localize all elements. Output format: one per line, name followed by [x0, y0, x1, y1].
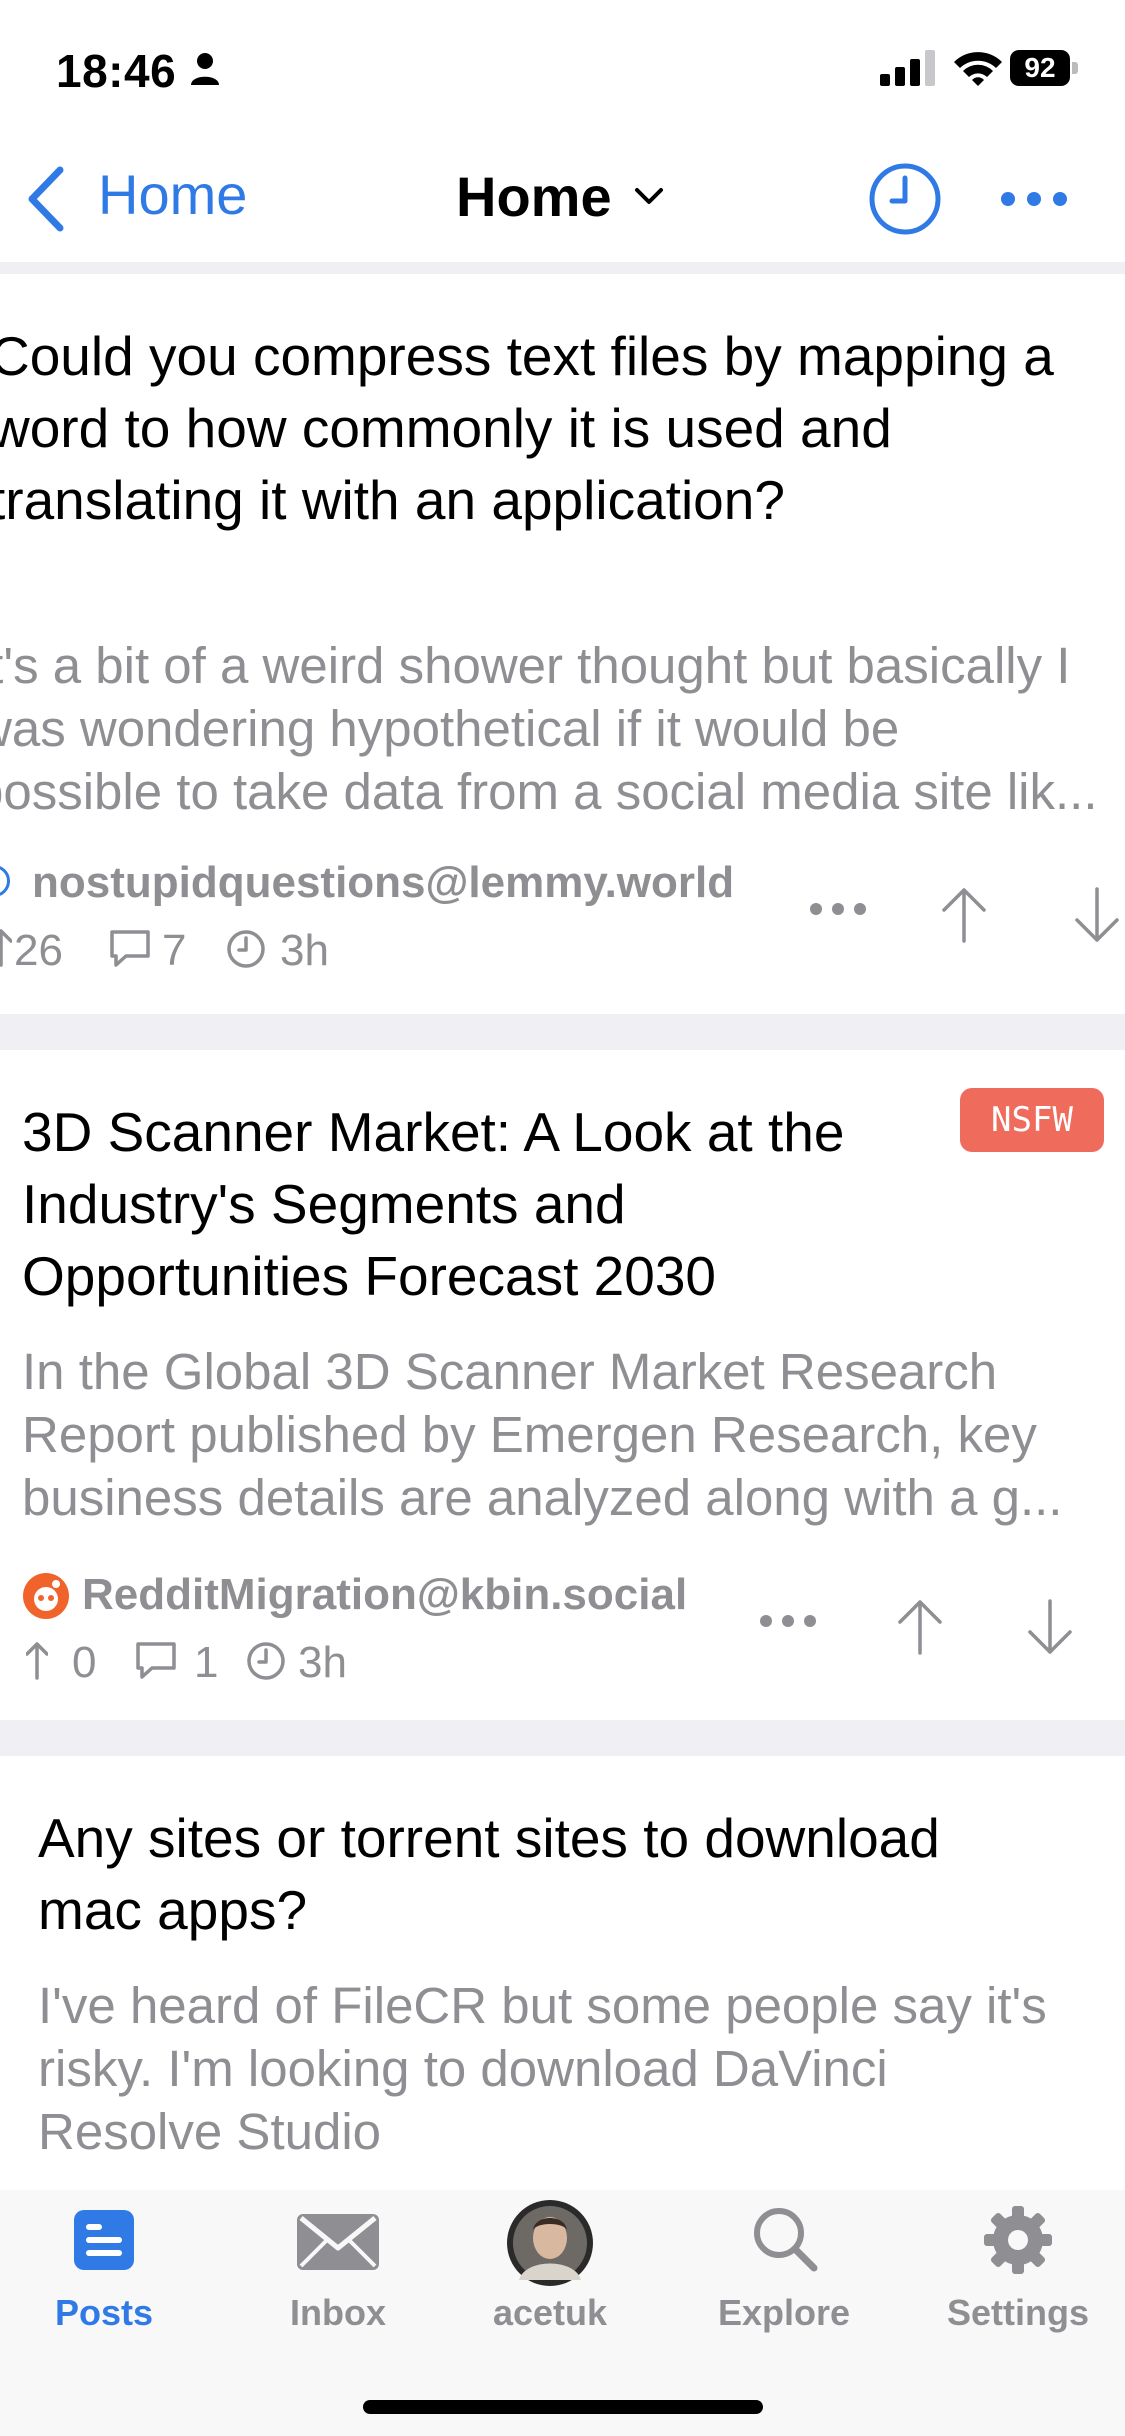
tab-label: Posts	[54, 2292, 154, 2333]
clock-icon	[227, 930, 265, 968]
post-body: possible to take data from a social medi…	[0, 763, 1098, 820]
home-indicator	[363, 2400, 763, 2414]
envelope-icon	[297, 2214, 379, 2270]
tab-explore[interactable]: Explore	[684, 2190, 884, 2360]
upvote-count-icon	[26, 1642, 48, 1680]
tab-settings[interactable]: Settings	[918, 2190, 1118, 2360]
magnifier-icon	[754, 2208, 818, 2272]
upvote-button-icon[interactable]	[896, 1598, 944, 1656]
post-body: Report published by Emergen Research, ke…	[22, 1406, 1037, 1463]
clock-icon	[247, 1642, 285, 1680]
upvote-button-icon[interactable]	[940, 886, 988, 944]
feed-selector[interactable]: Home	[456, 164, 612, 229]
status-bar: 18:46 92	[0, 0, 1125, 140]
tab-profile[interactable]: acetuk	[450, 2190, 650, 2360]
post-body: In the Global 3D Scanner Market Research	[22, 1343, 998, 1400]
comment-icon	[136, 1642, 176, 1679]
community-icon	[23, 1573, 69, 1619]
score-count: 26	[14, 926, 63, 975]
battery-icon: 92	[1010, 50, 1080, 88]
tab-label: acetuk	[492, 2292, 608, 2333]
gear-icon	[984, 2206, 1052, 2274]
back-chevron-icon[interactable]	[24, 166, 68, 232]
post-body: Resolve Studio	[38, 2103, 382, 2160]
post-more-icon[interactable]	[808, 901, 868, 917]
battery-level: 92	[1010, 50, 1070, 86]
post-body: was wondering hypothetical if it would b…	[0, 700, 900, 757]
post-body: risky. I'm looking to download DaVinci	[38, 2040, 888, 2097]
comment-count: 1	[194, 1638, 219, 1687]
clock-icon[interactable]	[868, 162, 942, 236]
tab-posts[interactable]: Posts	[4, 2190, 204, 2360]
post-title: Could you compress text files by mapping…	[0, 325, 1054, 387]
score-count: 0	[72, 1638, 97, 1687]
post-title: mac apps?	[38, 1879, 308, 1941]
post-card[interactable]: Any sites or torrent sites to download m…	[0, 1756, 1125, 2190]
post-age: 3h	[280, 926, 329, 975]
post-more-icon[interactable]	[758, 1613, 818, 1629]
post-card[interactable]: 3D Scanner Market: A Look at the Industr…	[0, 1050, 1125, 1720]
comment-count: 7	[162, 926, 187, 975]
tab-inbox[interactable]: Inbox	[238, 2190, 438, 2360]
comment-icon	[110, 930, 150, 967]
community-link[interactable]: RedditMigration@kbin.social	[82, 1570, 687, 1620]
downvote-button-icon[interactable]	[1073, 886, 1121, 944]
post-title: Industry's Segments and	[22, 1173, 626, 1235]
status-time: 18:46	[56, 45, 177, 97]
chevron-down-icon[interactable]	[634, 186, 664, 206]
nsfw-badge: NSFW	[960, 1088, 1104, 1152]
post-title: Opportunities Forecast 2030	[22, 1245, 716, 1307]
more-options-icon[interactable]	[998, 184, 1070, 214]
wifi-icon	[954, 52, 1002, 86]
upvote-count-icon	[0, 929, 12, 967]
post-title: Any sites or torrent sites to download	[38, 1807, 940, 1869]
tab-label: Explore	[717, 2292, 851, 2333]
post-age: 3h	[298, 1638, 347, 1687]
post-body: I've heard of FileCR but some people say…	[38, 1977, 1047, 2034]
post-title: word to how commonly it is used and	[0, 397, 892, 459]
avatar	[507, 2200, 593, 2286]
cellular-signal-icon	[880, 50, 935, 86]
post-title: translating it with an application?	[0, 469, 785, 531]
post-card[interactable]: Could you compress text files by mapping…	[0, 274, 1125, 1014]
person-icon	[191, 53, 219, 85]
post-divider	[0, 1014, 1125, 1050]
nav-divider	[0, 262, 1125, 274]
post-divider	[0, 1720, 1125, 1756]
community-link[interactable]: nostupidquestions@lemmy.world	[32, 858, 734, 908]
post-title: 3D Scanner Market: A Look at the	[22, 1101, 845, 1163]
posts-icon	[74, 2210, 134, 2270]
tab-label: Inbox	[290, 2292, 386, 2333]
post-body: business details are analyzed along with…	[22, 1469, 1063, 1526]
downvote-button-icon[interactable]	[1026, 1598, 1074, 1656]
back-button[interactable]: Home	[98, 162, 247, 227]
post-body: It's a bit of a weird shower thought but…	[0, 637, 1071, 694]
tab-label: Settings	[946, 2292, 1089, 2333]
community-icon	[0, 865, 10, 897]
